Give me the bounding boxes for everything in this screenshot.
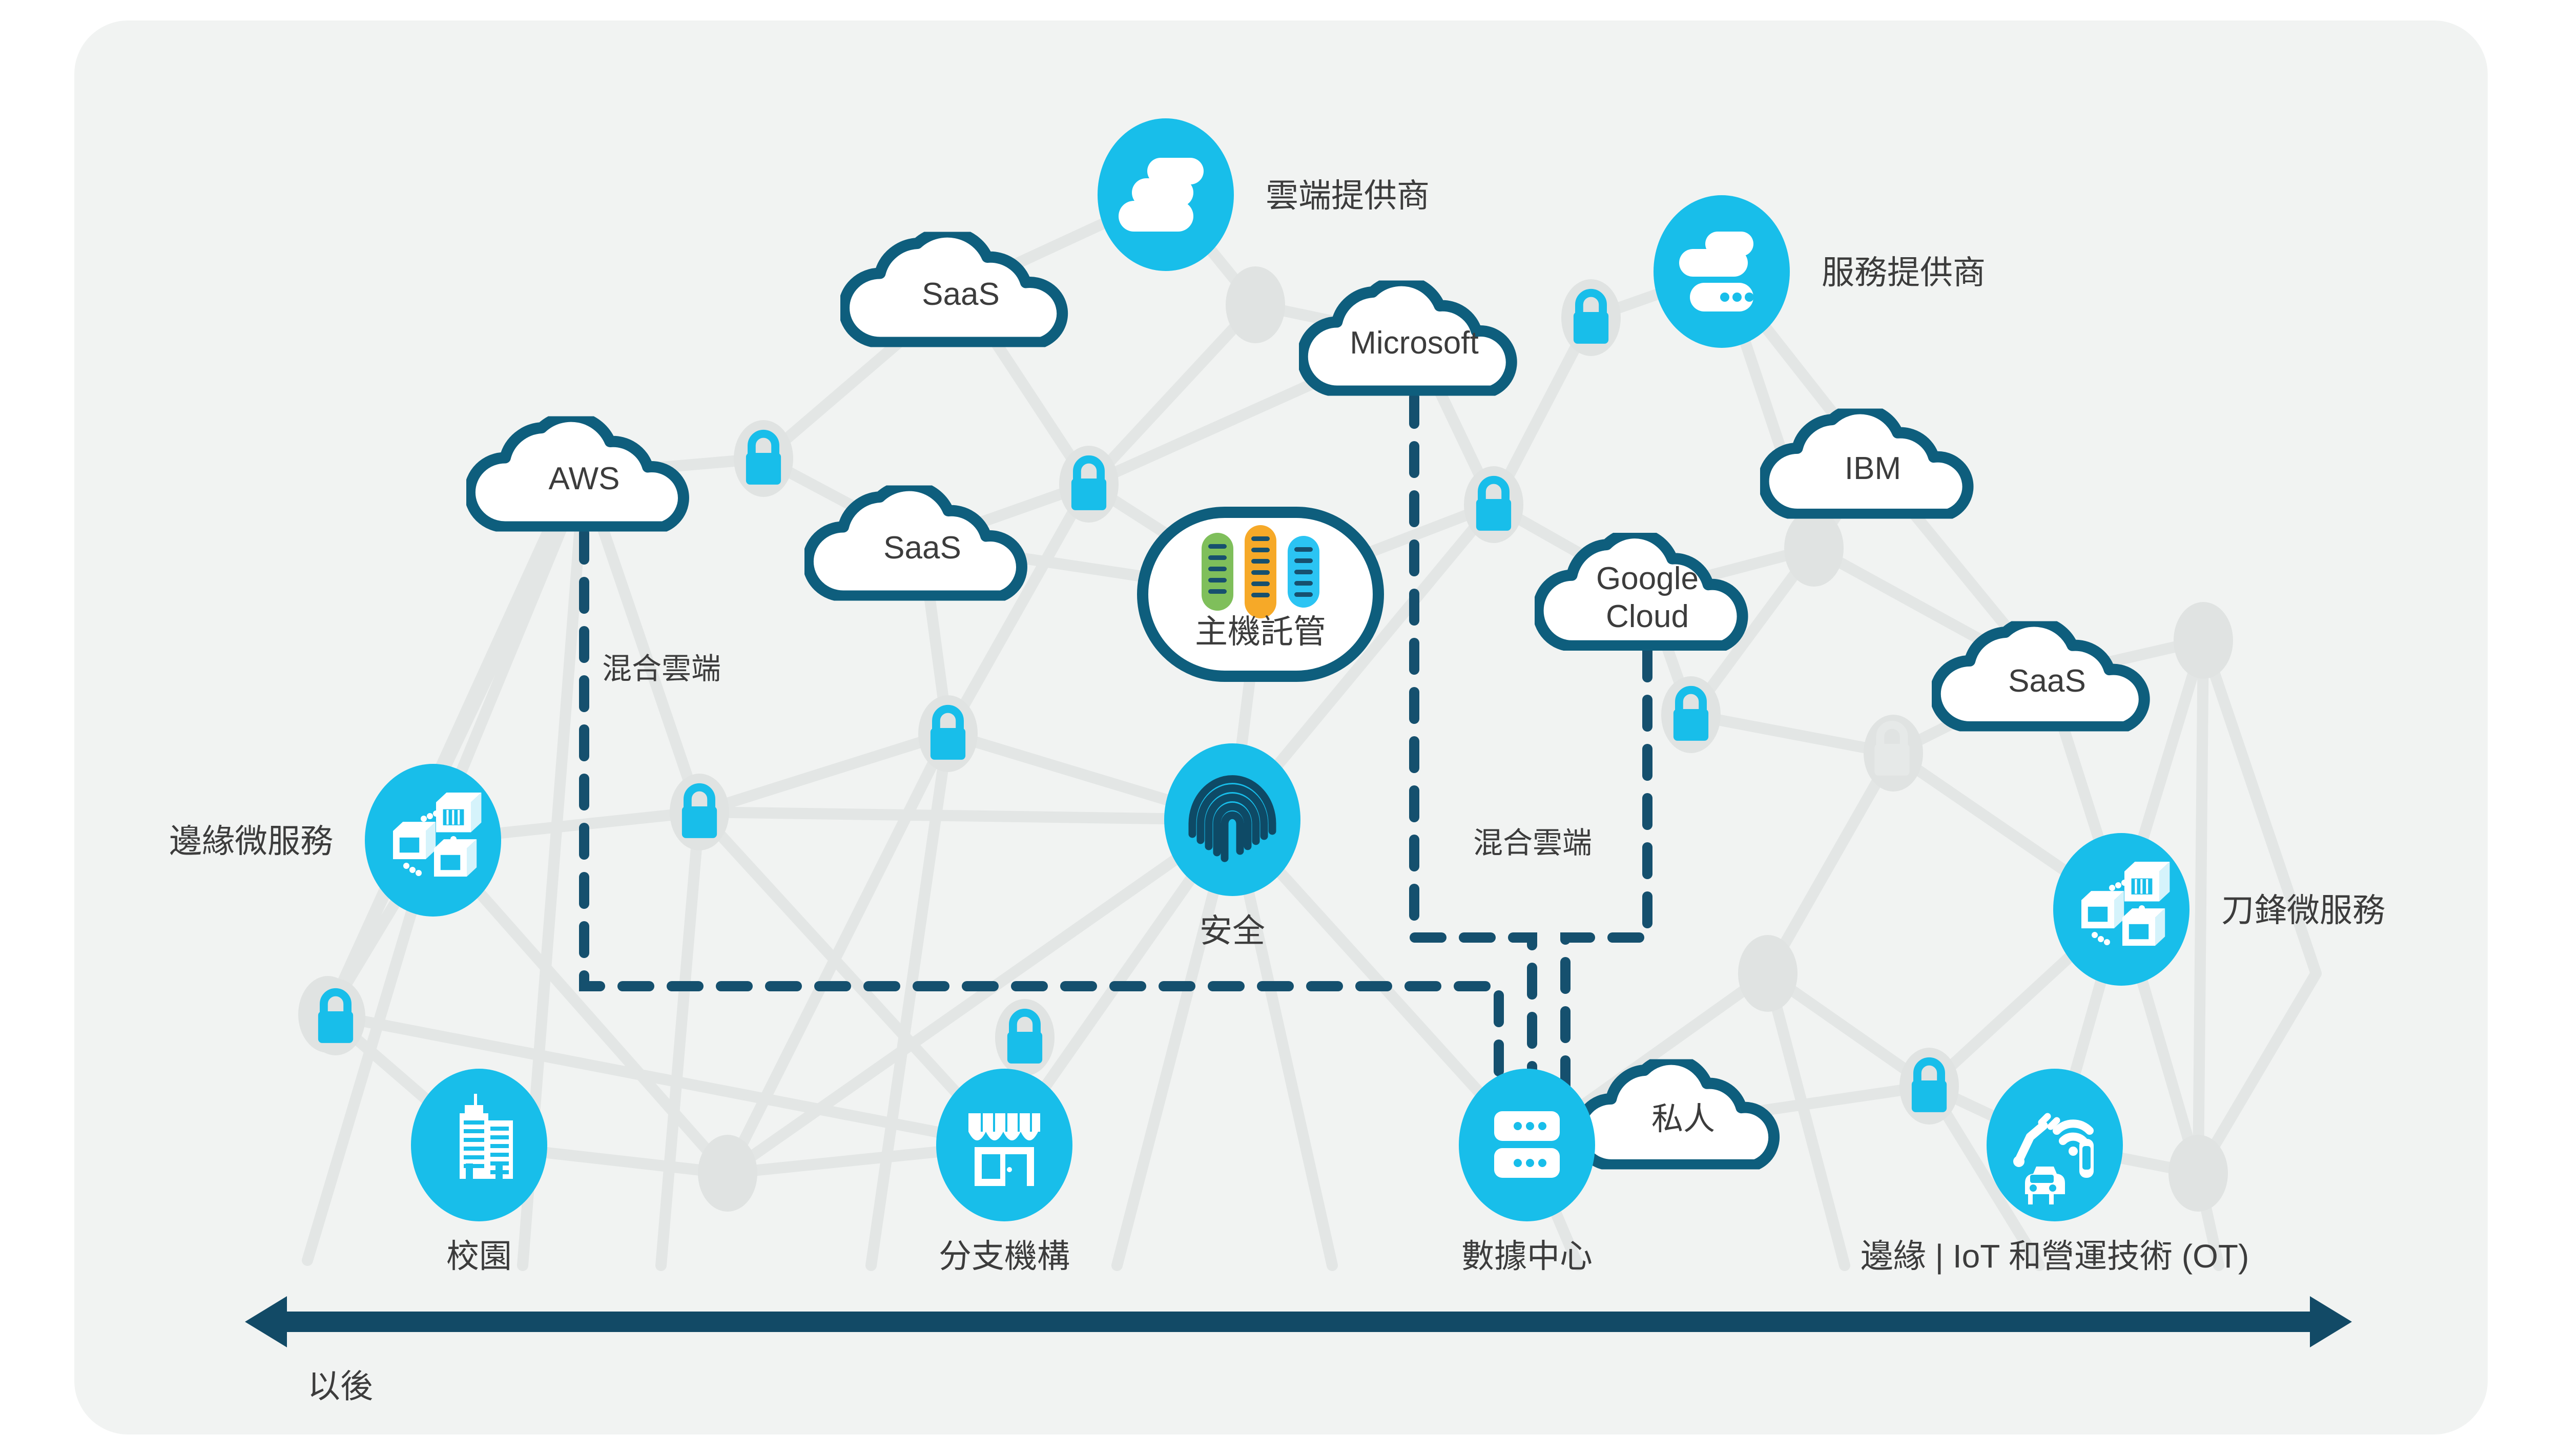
cloud-label: SaaS (922, 277, 1000, 312)
cloud-label: IBM (1845, 451, 1901, 486)
cloud-label: 私人 (1651, 1101, 1715, 1137)
timeline-arrow (245, 1296, 2352, 1347)
icon-node-label: 邊緣微服務 (169, 823, 333, 860)
icon-node-label: 邊緣 | IoT 和營運技術 (OT) (1861, 1238, 2249, 1275)
icon-node-label: 刀鋒微服務 (2221, 892, 2385, 929)
hybrid-cloud-label-left: 混合雲端 (602, 652, 721, 685)
colocation-node[interactable]: 主機託管 (1137, 507, 1384, 682)
icon-node-label: 校園 (446, 1238, 512, 1275)
node-circle (1164, 743, 1300, 896)
node-circle (1459, 1069, 1595, 1221)
icon-node-label: 雲端提供商 (1266, 177, 1430, 214)
server-racks-icon (1202, 525, 1319, 618)
icon-node-service-provider[interactable]: 服務提供商 (1654, 195, 1986, 348)
cloud-node-ibm[interactable]: IBM (1764, 409, 1968, 514)
icon-node-label: 安全 (1200, 912, 1265, 949)
icon-node-data-center[interactable]: 數據中心 (1459, 1069, 1595, 1275)
cloud-nodes[interactable]: SaaSMicrosoftAWSSaaSIBMGoogle CloudSaaS私人 (470, 232, 2144, 1165)
cloud-label: AWS (549, 461, 620, 496)
storefront-icon (968, 1113, 1040, 1186)
icon-node-label: 數據中心 (1461, 1238, 1593, 1275)
cloud-label: SaaS (2008, 663, 2086, 699)
icon-node-security[interactable]: 安全 (1164, 743, 1300, 949)
network-diagram: SaaSMicrosoftAWSSaaSIBMGoogle CloudSaaS私人… (169, 118, 2385, 1405)
icon-node-edge-microservices[interactable]: 邊緣微服務 (169, 764, 501, 917)
cloud-node-saas-top-left[interactable]: SaaS (844, 232, 1062, 343)
diagram-canvas: SaaS Microsoft AWS SaaS IBM Google Cloud SaaS 私人… (0, 0, 2562, 1456)
timeline-label: 以後 (307, 1368, 373, 1405)
icon-node-cloud-provider[interactable]: 雲端提供商 (1098, 118, 1430, 271)
route-google-to-datacenter (1560, 646, 1652, 1107)
hybrid-cloud-label-right: 混合雲端 (1473, 826, 1592, 860)
icon-node-label: 服務提供商 (1822, 254, 1986, 291)
cloud-node-microsoft[interactable]: Microsoft (1303, 281, 1512, 391)
cloud-node-aws[interactable]: AWS (470, 417, 684, 527)
node-circle (936, 1069, 1072, 1221)
colocation-label: 主機託管 (1195, 613, 1326, 650)
cloud-label: SaaS (883, 530, 961, 566)
hybrid-cloud-labels: 混合雲端 混合雲端 (602, 652, 1592, 860)
icon-node-branch[interactable]: 分支機構 (936, 1069, 1072, 1275)
cloud-label: Microsoft (1350, 325, 1478, 361)
node-circle (1987, 1069, 2123, 1221)
icon-node-label: 分支機構 (939, 1238, 1070, 1275)
cloud-node-private[interactable]: 私人 (1579, 1059, 1774, 1165)
icon-node-blade-microservices[interactable]: 刀鋒微服務 (2053, 833, 2385, 986)
